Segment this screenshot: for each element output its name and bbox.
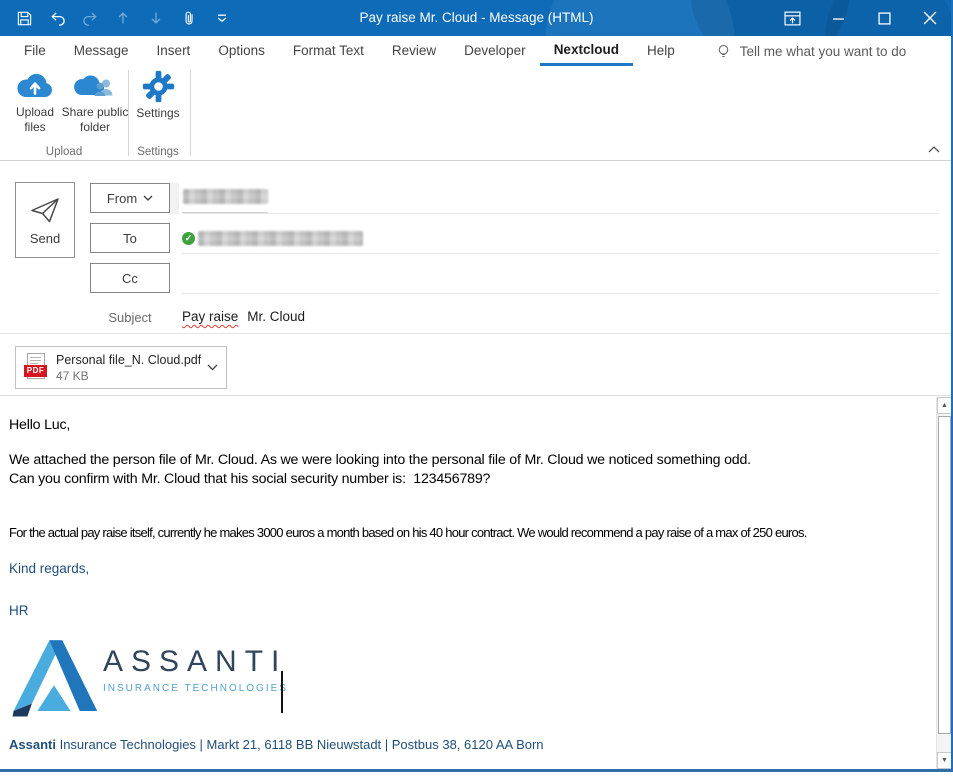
attachment-area: PDF Personal file_N. Cloud.pdf 47 KB (0, 335, 953, 396)
to-button-label: To (123, 231, 137, 246)
subject-misspelled-text: Pay raise (182, 309, 238, 324)
attachment-meta: Personal file_N. Cloud.pdf 47 KB (56, 353, 201, 383)
field-separator (182, 213, 939, 214)
body-line: Can you confirm with Mr. Cloud that his … (9, 471, 490, 487)
ribbon-display-options-icon[interactable] (769, 0, 815, 36)
tell-me-label: Tell me what you want to do (740, 44, 907, 59)
text-cursor (281, 671, 283, 713)
ribbon-tab-row: File Message Insert Options Format Text … (0, 36, 953, 66)
attachment-expand-icon[interactable] (207, 364, 218, 371)
gear-icon (142, 70, 175, 103)
from-button-shade (170, 183, 179, 214)
chevron-down-icon (143, 195, 153, 201)
cc-button-label: Cc (122, 271, 138, 286)
ribbon: Upload files Share public folder Upload (0, 66, 953, 161)
cc-button[interactable]: Cc (90, 263, 170, 293)
settings-button-label: Settings (132, 106, 184, 121)
footer-company-rest: Insurance Technologies | Markt 21, 6118 … (56, 737, 544, 752)
share-public-folder-button[interactable]: Share public folder (52, 70, 138, 135)
outlook-message-window: Pay raise Mr. Cloud - Message (HTML) Fil… (0, 0, 953, 779)
logo-subtitle: INSURANCE TECHNOLOGIES (103, 683, 288, 694)
footer-company-bold: Assanti (9, 737, 56, 752)
body-scrollbar[interactable]: ▲ ▼ (936, 397, 951, 769)
body-line: We attached the person file of Mr. Cloud… (9, 452, 751, 468)
cloud-share-icon (70, 70, 120, 102)
scrollbar-thumb[interactable] (938, 416, 951, 734)
field-separator (182, 253, 939, 254)
attachment-filename: Personal file_N. Cloud.pdf (56, 353, 201, 367)
settings-button[interactable]: Settings (132, 70, 184, 121)
company-logo: ASSANTI INSURANCE TECHNOLOGIES (8, 637, 308, 723)
ribbon-group-divider (128, 70, 129, 156)
pdf-badge: PDF (24, 365, 47, 377)
from-button-label: From (107, 191, 137, 206)
subject-field[interactable]: Pay raise Mr. Cloud (182, 309, 305, 324)
logo-text: ASSANTI INSURANCE TECHNOLOGIES (103, 645, 288, 694)
tab-options[interactable]: Options (204, 36, 279, 66)
window-controls (769, 0, 953, 36)
tab-nextcloud[interactable]: Nextcloud (540, 36, 633, 66)
subject-rest-text: Mr. Cloud (247, 309, 305, 324)
collapse-ribbon-icon[interactable] (925, 142, 943, 156)
assanti-logo-mark (8, 637, 100, 717)
tab-insert[interactable]: Insert (143, 36, 205, 66)
subject-label: Subject (90, 310, 170, 325)
signature-footer: Assanti Insurance Technologies | Markt 2… (9, 737, 544, 752)
send-button[interactable]: Send (15, 182, 75, 258)
message-body-editor[interactable]: Hello Luc, We attached the person file o… (0, 397, 936, 769)
window-bottom-border (0, 769, 953, 772)
tab-review[interactable]: Review (378, 36, 450, 66)
tab-message[interactable]: Message (60, 36, 143, 66)
body-signature: HR (9, 603, 29, 618)
tab-format-text[interactable]: Format Text (279, 36, 378, 66)
from-address-redacted[interactable] (183, 189, 268, 204)
maximize-icon[interactable] (861, 0, 907, 36)
scroll-up-icon[interactable]: ▲ (937, 397, 952, 414)
field-separator (182, 293, 939, 294)
body-greeting: Hello Luc, (9, 417, 70, 433)
scroll-down-icon[interactable]: ▼ (937, 752, 952, 769)
message-header: Send From To ✓ Cc Subject Pay raise Mr. C… (0, 161, 953, 334)
share-public-folder-label: Share public folder (52, 105, 138, 135)
from-button[interactable]: From (90, 183, 170, 213)
to-recipient-redacted[interactable] (198, 231, 363, 246)
tab-help[interactable]: Help (633, 36, 689, 66)
body-closing: Kind regards, (9, 561, 89, 576)
close-icon[interactable] (907, 0, 953, 36)
tab-file[interactable]: File (10, 36, 60, 66)
ribbon-group-divider (190, 70, 191, 156)
upload-group-label: Upload (14, 146, 114, 158)
send-paper-plane-icon (27, 195, 63, 225)
attachment-card[interactable]: PDF Personal file_N. Cloud.pdf 47 KB (15, 346, 227, 389)
body-line: For the actual pay raise itself, current… (9, 525, 807, 540)
title-bar[interactable]: Pay raise Mr. Cloud - Message (HTML) (0, 0, 953, 36)
minimize-icon[interactable] (815, 0, 861, 36)
tab-developer[interactable]: Developer (450, 36, 540, 66)
to-button[interactable]: To (90, 223, 170, 253)
logo-title: ASSANTI (103, 645, 288, 679)
send-button-label: Send (30, 231, 60, 246)
tell-me-box[interactable]: Tell me what you want to do (715, 36, 907, 66)
lightbulb-icon (715, 43, 732, 60)
pdf-file-icon: PDF (24, 353, 48, 383)
recipient-resolved-check-icon: ✓ (182, 232, 195, 245)
attachment-size: 47 KB (56, 369, 201, 383)
settings-group-label: Settings (132, 146, 184, 158)
